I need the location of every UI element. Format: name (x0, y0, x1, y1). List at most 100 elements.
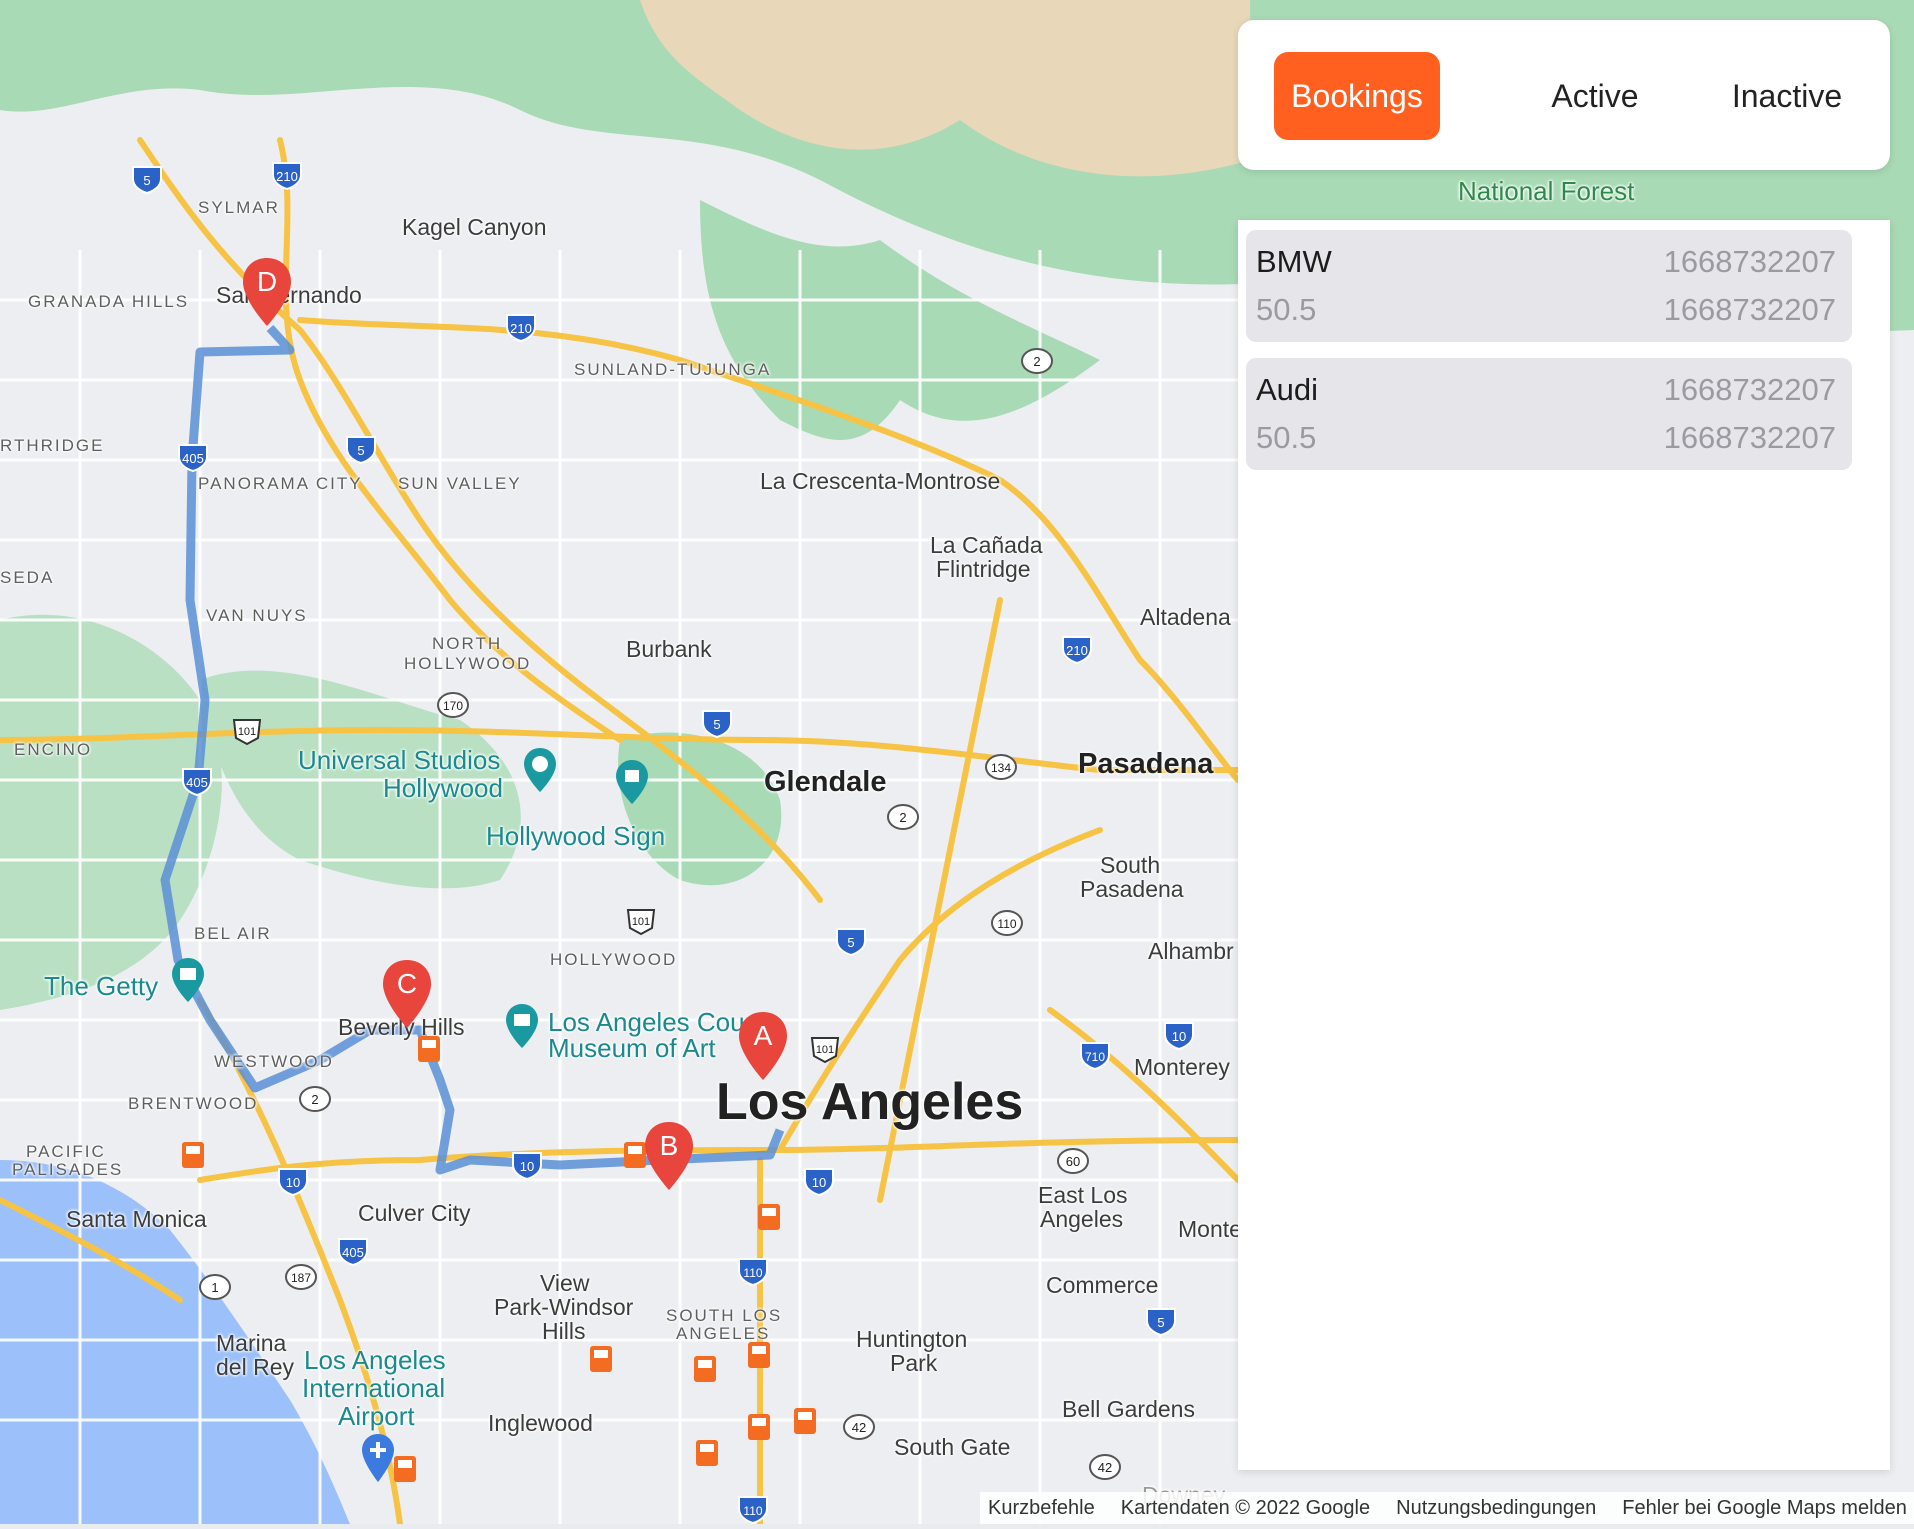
interstate-shield: 210 (504, 312, 538, 343)
bookings-list-panel[interactable]: BMW 1668732207 50.5 1668732207 Audi 1668… (1238, 220, 1890, 1470)
label-palisades: PALISADES (12, 1160, 124, 1179)
label-northridge: RTHRIDGE (0, 436, 105, 455)
interstate-shield: 110 (736, 1494, 770, 1525)
route-marker-d[interactable]: D (240, 256, 294, 328)
label-universal-hollywood: Hollywood (383, 773, 503, 803)
shield-label: 101 (632, 916, 650, 928)
route-shield: 187 (284, 1262, 318, 1292)
route-shield: 60 (1056, 1146, 1090, 1176)
shield-label: 187 (291, 1271, 311, 1285)
booking-vehicle-name: BMW (1256, 244, 1332, 279)
label-burbank: Burbank (626, 636, 712, 662)
charging-station-icon[interactable] (692, 1352, 722, 1386)
label-inglewood: Inglewood (488, 1410, 593, 1436)
label-monte: Monte (1178, 1216, 1242, 1242)
booking-start-timestamp: 1668732207 (1663, 244, 1836, 279)
label-universal-studios: Universal Studios (298, 745, 501, 775)
label-granada-hills: GRANADA HILLS (28, 292, 190, 311)
report-error-link[interactable]: Fehler bei Google Maps melden (1622, 1497, 1907, 1520)
label-la-canada: La Cañada (930, 532, 1043, 558)
map-data-attribution: Kartendaten © 2022 Google (1120, 1496, 1371, 1519)
shield-label: 1 (211, 1280, 218, 1295)
charging-station-icon[interactable] (416, 1032, 446, 1066)
label-marina: Marina (216, 1330, 287, 1356)
label-lax: Los Angeles (304, 1345, 446, 1375)
label-la-crescenta: La Crescenta-Montrose (760, 468, 1001, 494)
charging-station-icon[interactable] (392, 1452, 422, 1486)
label-culver-city: Culver City (358, 1200, 471, 1226)
shield-label: 170 (443, 699, 463, 713)
us-route-shield: 101 (230, 716, 264, 746)
label-hollywood-sign: Hollywood Sign (486, 821, 666, 851)
shield-label: 101 (816, 1044, 834, 1056)
shield-label: 42 (1098, 1460, 1112, 1475)
label-south: South (1100, 852, 1161, 878)
shield-label: 710 (1085, 1050, 1105, 1064)
terms-link[interactable]: Nutzungsbedingungen (1396, 1497, 1596, 1520)
shield-label: 5 (143, 173, 150, 188)
shield-label: 2 (1033, 354, 1040, 369)
label-westwood: WESTWOOD (214, 1052, 334, 1071)
label-sylmar: SYLMAR (198, 198, 280, 217)
interstate-shield: 5 (1144, 1306, 1178, 1337)
route-marker-a[interactable]: A (736, 1010, 790, 1082)
booking-price: 50.5 (1256, 292, 1317, 327)
charging-station-icon[interactable] (746, 1338, 776, 1372)
tab-active[interactable]: Active (1500, 52, 1690, 140)
theme-park-icon[interactable] (520, 746, 560, 799)
route-shield: 2 (1020, 346, 1054, 376)
label-pacific: PACIFIC (26, 1142, 106, 1161)
label-sunland-tujunga: SUNLAND-TUJUNGA (574, 360, 772, 379)
route-shield: 110 (990, 908, 1024, 938)
shield-label: 210 (276, 169, 298, 184)
tab-bookings[interactable]: Bookings (1274, 52, 1440, 140)
label-national-forest: National Forest (1458, 176, 1635, 206)
label-hollywood: HOLLYWOOD (550, 950, 678, 969)
label-santa-monica: Santa Monica (66, 1206, 207, 1232)
label-lax-airport: Airport (338, 1401, 415, 1431)
label-sun-valley: SUN VALLEY (398, 474, 522, 493)
label-encino: ENCINO (14, 740, 93, 759)
charging-station-icon[interactable] (180, 1138, 210, 1172)
label-flintridge: Flintridge (936, 556, 1031, 582)
booking-end-timestamp: 1668732207 (1663, 420, 1836, 455)
route-marker-a-label: A (754, 1020, 773, 1051)
museum-icon[interactable] (502, 1002, 542, 1055)
charging-station-icon[interactable] (746, 1410, 776, 1444)
label-del-rey: del Rey (216, 1354, 294, 1380)
label-view: View (540, 1270, 590, 1296)
shield-label: 110 (997, 917, 1016, 931)
label-monterey: Monterey (1134, 1054, 1230, 1080)
keyboard-shortcuts-link[interactable]: Kurzbefehle (988, 1497, 1095, 1520)
booking-item[interactable]: Audi 1668732207 50.5 1668732207 (1246, 358, 1852, 470)
route-shield: 1 (198, 1272, 232, 1302)
filter-tabs-card: Bookings Active Inactive (1238, 20, 1890, 170)
booking-vehicle-name: Audi (1256, 372, 1319, 407)
booking-item[interactable]: BMW 1668732207 50.5 1668732207 (1246, 230, 1852, 342)
route-marker-d-label: D (257, 266, 277, 297)
label-north: NORTH (432, 634, 503, 653)
charging-station-icon[interactable] (588, 1342, 618, 1376)
label-south-pasadena: Pasadena (1080, 876, 1184, 902)
shield-label: 10 (520, 1159, 534, 1174)
charging-station-icon[interactable] (756, 1200, 786, 1234)
label-east-la-angeles: Angeles (1040, 1206, 1124, 1232)
label-reseda: SEDA (0, 568, 55, 587)
charging-station-icon[interactable] (792, 1404, 822, 1438)
route-marker-c[interactable]: C (380, 958, 434, 1030)
label-glendale: Glendale (764, 766, 887, 798)
shield-label: 42 (852, 1420, 866, 1435)
museum-icon[interactable] (168, 956, 208, 1009)
charging-station-icon[interactable] (694, 1436, 724, 1470)
shield-label: 101 (238, 726, 256, 738)
interstate-shield: 5 (834, 926, 868, 957)
label-bell-gardens: Bell Gardens (1062, 1396, 1195, 1422)
interstate-shield: 5 (130, 164, 164, 195)
interstate-shield: 10 (802, 1166, 836, 1197)
tab-inactive[interactable]: Inactive (1702, 52, 1872, 140)
route-marker-b[interactable]: B (642, 1120, 696, 1192)
interstate-shield: 110 (736, 1256, 770, 1287)
shield-label: 5 (713, 717, 720, 732)
shield-label: 10 (812, 1175, 826, 1190)
landmark-icon[interactable] (612, 758, 652, 811)
